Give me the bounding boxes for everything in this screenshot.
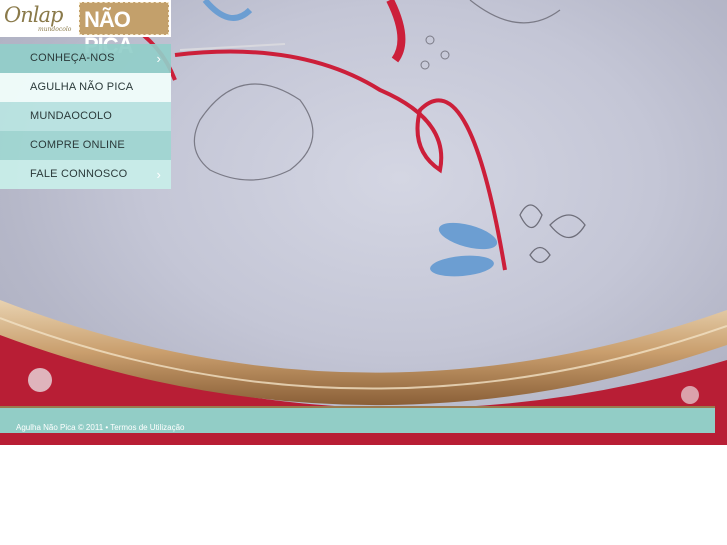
- site-logo[interactable]: Onlap mundocolo NÃO PICA: [0, 0, 171, 58]
- menu-item-compre-online[interactable]: COMPRE ONLINE: [0, 131, 171, 160]
- chevron-right-icon: ›: [156, 167, 161, 182]
- main-menu: CONHEÇA-NOS › AGULHA NÃO PICA MUNDAOCOLO…: [0, 44, 171, 189]
- menu-item-label: CONHEÇA-NOS: [30, 52, 115, 64]
- menu-item-fale-connosco[interactable]: FALE CONNOSCO ›: [0, 160, 171, 189]
- menu-item-conheca-nos[interactable]: CONHEÇA-NOS ›: [0, 44, 171, 73]
- menu-item-label: AGULHA NÃO PICA: [30, 81, 134, 93]
- logo-script-text: Onlap: [4, 3, 63, 27]
- logo-sub-text: mundocolo: [38, 26, 72, 33]
- menu-item-label: MUNDAOCOLO: [30, 110, 113, 122]
- menu-item-agulha-nao-pica[interactable]: AGULHA NÃO PICA: [0, 73, 171, 102]
- menu-item-mundaocolo[interactable]: MUNDAOCOLO: [0, 102, 171, 131]
- logo-badge: NÃO PICA: [79, 2, 169, 58]
- logo-mark: Onlap mundocolo: [4, 2, 76, 35]
- chevron-right-icon: ›: [156, 51, 161, 66]
- menu-item-label: FALE CONNOSCO: [30, 168, 128, 180]
- footer-text[interactable]: Agulha Não Pica © 2011 • Termos de Utili…: [16, 423, 185, 432]
- menu-item-label: COMPRE ONLINE: [30, 139, 125, 151]
- footer-bar: Agulha Não Pica © 2011 • Termos de Utili…: [0, 408, 715, 433]
